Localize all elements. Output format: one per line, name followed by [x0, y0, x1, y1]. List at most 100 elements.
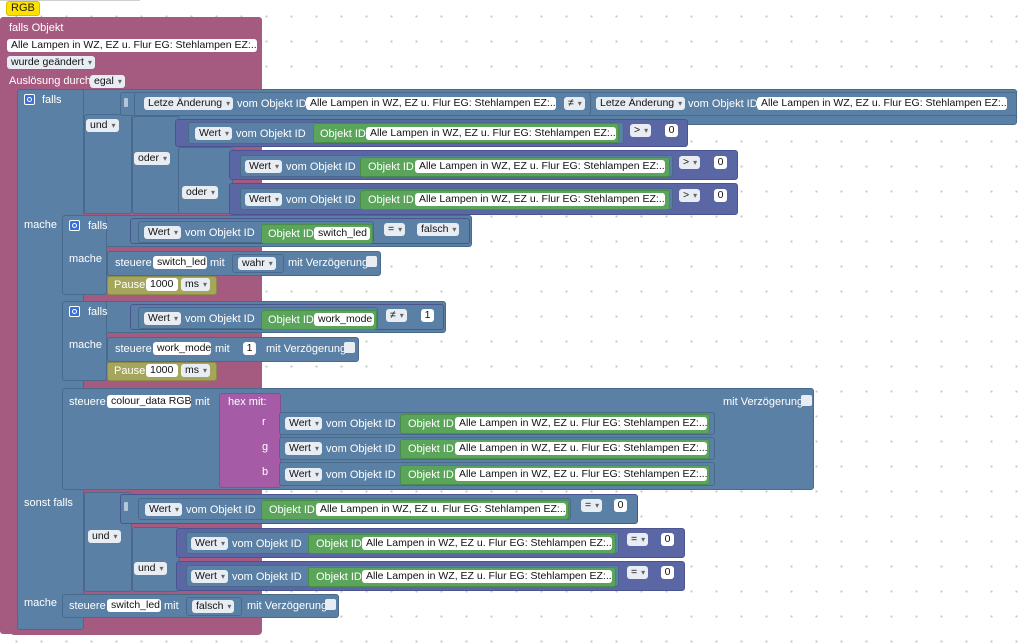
delay-checkbox[interactable] — [325, 599, 336, 610]
wert-dropdown[interactable]: Wert — [144, 312, 181, 325]
wert-dropdown[interactable]: Wert — [245, 193, 282, 206]
vom-objekt-id-label: vom Objekt ID — [186, 504, 256, 516]
eq-operator-dropdown[interactable]: = — [581, 499, 603, 512]
boolean-dropdown[interactable]: falsch — [417, 223, 460, 236]
wert-dropdown[interactable]: Wert — [245, 160, 282, 173]
gt-operator-dropdown[interactable]: > — [679, 156, 701, 169]
vom-objekt-id-label: vom Objekt ID — [326, 418, 396, 430]
object-field[interactable]: Alle Lampen in WZ, EZ u. Flur EG: Stehla… — [455, 417, 707, 430]
number-input[interactable]: 1 — [243, 342, 256, 355]
pause-label: Pause — [114, 365, 146, 377]
wert-dropdown[interactable]: Wert — [285, 442, 322, 455]
letzte-aenderung-dropdown-right[interactable]: Letze Änderung — [596, 97, 686, 110]
if-settings-gear-icon[interactable] — [69, 306, 80, 317]
wert-dropdown[interactable]: Wert — [191, 537, 228, 550]
oder-dropdown-inner[interactable]: oder — [182, 186, 219, 199]
hex-label: hex mit: — [228, 396, 267, 408]
object-field[interactable]: Alle Lampen in WZ, EZ u. Flur EG: Stehla… — [415, 193, 665, 206]
object-field[interactable]: Alle Lampen in WZ, EZ u. Flur EG: Stehla… — [362, 537, 612, 550]
gt-operator-dropdown[interactable]: > — [630, 124, 652, 137]
delay-checkbox[interactable] — [366, 256, 377, 267]
if-settings-gear-icon[interactable] — [69, 220, 80, 231]
oder-block-inner[interactable] — [178, 147, 233, 214]
wert-dropdown[interactable]: Wert — [285, 417, 322, 430]
object-field[interactable]: Alle Lampen in WZ, EZ u. Flur EG: Stehla… — [366, 127, 616, 140]
delay-checkbox[interactable] — [344, 342, 355, 353]
control-object-field[interactable]: switch_led — [107, 599, 161, 612]
do-label: mache — [24, 597, 58, 609]
if-block-main-bottom — [17, 620, 84, 630]
neq-operator-dropdown[interactable]: ≠ — [564, 97, 585, 110]
eq-operator-dropdown[interactable]: = — [384, 223, 406, 236]
letzte-aenderung-dropdown-left[interactable]: Letze Änderung — [144, 97, 234, 110]
object-field[interactable]: Alle Lampen in WZ, EZ u. Flur EG: Stehla… — [455, 468, 707, 481]
control-object-field[interactable]: switch_led — [153, 256, 207, 269]
input-notch — [124, 98, 128, 107]
number-input[interactable]: 0 — [665, 124, 678, 137]
object-field[interactable]: Alle Lampen in WZ, EZ u. Flur EG: Stehla… — [455, 442, 707, 455]
number-input[interactable]: 0 — [614, 499, 627, 512]
control-object-field[interactable]: work_mode — [153, 342, 211, 355]
eq-operator-dropdown[interactable]: = — [627, 533, 649, 546]
object-field[interactable]: Alle Lampen in WZ, EZ u. Flur EG: Stehla… — [757, 97, 1007, 110]
oder-block-outer[interactable] — [132, 116, 180, 214]
neq-operator-dropdown[interactable]: ≠ — [386, 309, 407, 322]
mit-verzoegerung-label: mit Verzögerung — [247, 600, 328, 612]
wert-dropdown[interactable]: Wert — [191, 570, 228, 583]
number-input[interactable]: 0 — [714, 189, 727, 202]
eq-operator-dropdown[interactable]: = — [627, 566, 649, 579]
control-object-field[interactable]: colour_data RGB — [107, 395, 191, 408]
vom-objekt-id-label: vom Objekt ID — [232, 571, 302, 583]
pause-unit-dropdown[interactable]: ms — [181, 278, 210, 291]
und-dropdown[interactable]: und — [86, 119, 119, 132]
b-label: b — [262, 466, 269, 478]
objekt-id-label: Objekt ID — [320, 128, 366, 140]
objekt-id-label: Objekt ID — [408, 469, 454, 481]
boolean-dropdown[interactable]: falsch — [192, 600, 235, 613]
pause-value-input[interactable]: 1000 — [146, 364, 178, 377]
trigger-by-dropdown[interactable]: egal — [90, 75, 125, 88]
vom-objekt-id-label: vom Objekt ID — [232, 538, 302, 550]
if-settings-gear-icon[interactable] — [24, 94, 35, 105]
oder-dropdown-outer[interactable]: oder — [134, 152, 171, 165]
object-field[interactable]: Alle Lampen in WZ, EZ u. Flur EG: Stehla… — [415, 160, 665, 173]
object-field[interactable]: Alle Lampen in WZ, EZ u. Flur EG: Stehla… — [306, 97, 556, 110]
mit-label: mit — [210, 257, 225, 269]
do-label: mache — [69, 339, 103, 351]
und-dropdown[interactable]: und — [88, 530, 121, 543]
pause-value-input[interactable]: 1000 — [146, 278, 178, 291]
number-input[interactable]: 0 — [714, 156, 727, 169]
pause-label: Pause — [114, 279, 146, 291]
number-input[interactable]: 0 — [661, 566, 674, 579]
und-block-3[interactable] — [132, 527, 180, 592]
number-input[interactable]: 1 — [421, 309, 434, 322]
trigger-changed-dropdown[interactable]: wurde geändert — [7, 56, 95, 69]
gt-operator-dropdown[interactable]: > — [679, 189, 701, 202]
pause-unit-dropdown[interactable]: ms — [181, 364, 210, 377]
wert-dropdown[interactable]: Wert — [144, 226, 181, 239]
mit-verzoegerung-label: mit Verzögerung — [266, 343, 347, 355]
mit-verzoegerung-label: mit Verzögerung — [288, 257, 369, 269]
wert-dropdown[interactable]: Wert — [195, 127, 232, 140]
trigger-title: falls Objekt — [9, 22, 64, 34]
wert-dropdown[interactable]: Wert — [145, 503, 182, 516]
g-label: g — [262, 441, 269, 453]
object-field[interactable]: switch_led — [314, 227, 370, 240]
if-label: falls — [88, 220, 108, 232]
object-field[interactable]: Alle Lampen in WZ, EZ u. Flur EG: Stehla… — [316, 503, 566, 516]
object-field[interactable]: work_mode — [314, 313, 374, 326]
boolean-dropdown[interactable]: wahr — [238, 257, 276, 270]
wert-dropdown[interactable]: Wert — [285, 468, 322, 481]
mit-verzoegerung-label: mit Verzögerung — [723, 396, 804, 408]
objekt-id-label: Objekt ID — [368, 194, 414, 206]
vom-objekt-id-label: vom Objekt ID — [688, 98, 758, 110]
vom-objekt-id-label: vom Objekt ID — [185, 313, 255, 325]
delay-checkbox[interactable] — [801, 395, 812, 406]
vom-objekt-id-label: vom Objekt ID — [185, 227, 255, 239]
trigger-object-field[interactable]: Alle Lampen in WZ, EZ u. Flur EG: Stehla… — [7, 39, 257, 52]
und-dropdown[interactable]: und — [134, 562, 167, 575]
vom-objekt-id-label: vom Objekt ID — [286, 161, 356, 173]
number-input[interactable]: 0 — [661, 533, 674, 546]
object-field[interactable]: Alle Lampen in WZ, EZ u. Flur EG: Stehla… — [362, 570, 612, 583]
script-tab-rgb[interactable]: RGB — [6, 1, 40, 16]
